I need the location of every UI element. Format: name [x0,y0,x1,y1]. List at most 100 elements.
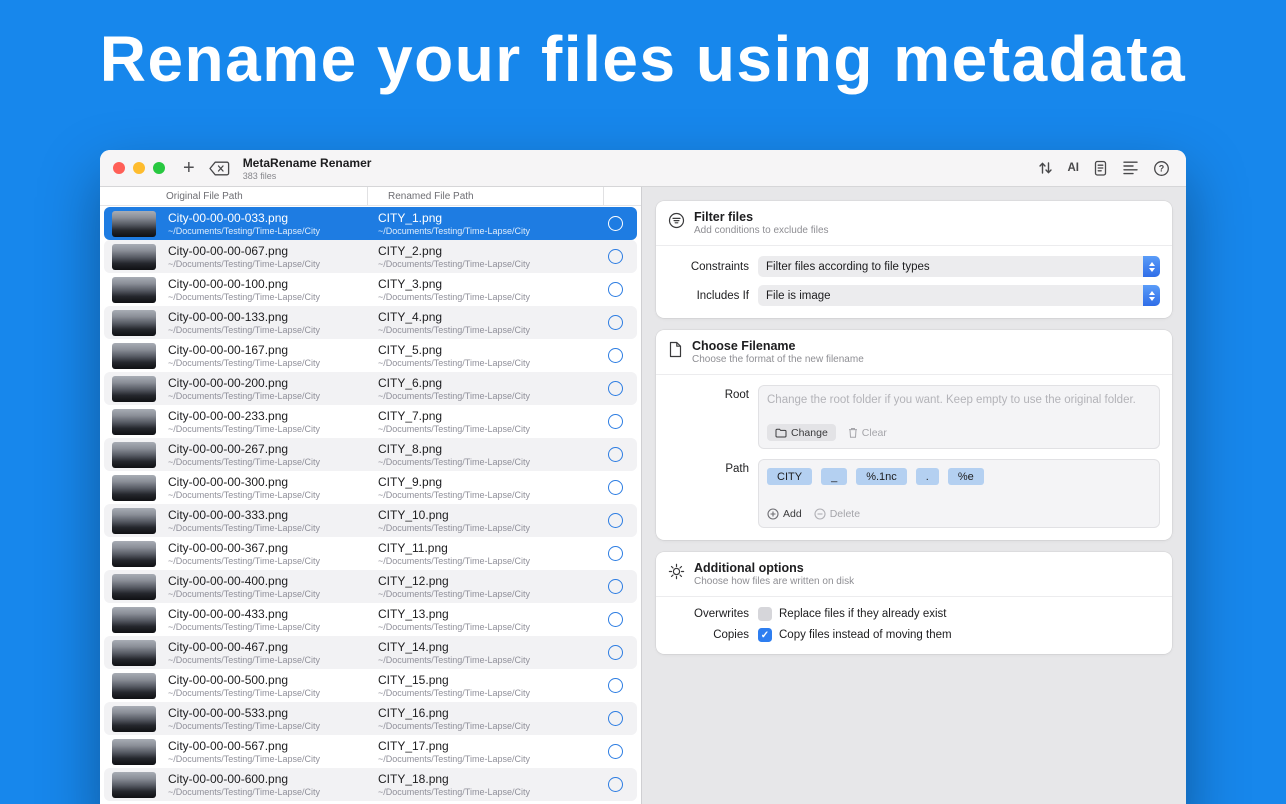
renamed-path: ~/Documents/Testing/Time-Lapse/City [378,292,594,302]
window-title: MetaRename Renamer [243,156,372,170]
table-row[interactable]: City-00-00-00-200.png ~/Documents/Testin… [104,372,637,405]
copies-checkbox[interactable]: ✓ [758,628,772,642]
table-row[interactable]: City-00-00-00-233.png ~/Documents/Testin… [104,405,637,438]
table-row[interactable]: City-00-00-00-533.png ~/Documents/Testin… [104,702,637,735]
includes-if-label: Includes If [668,290,758,302]
column-header-renamed[interactable]: Renamed File Path [368,187,604,205]
hero-title: Rename your files using metadata [0,24,1286,94]
overwrites-label: Overwrites [668,608,758,620]
path-token[interactable]: _ [821,468,847,485]
path-token[interactable]: %.1nc [856,468,907,485]
row-select-radio[interactable] [608,777,623,792]
sort-icon[interactable] [1037,160,1054,176]
row-select-radio[interactable] [608,315,623,330]
text-format-icon[interactable]: AI [1068,162,1080,174]
file-thumbnail [112,706,156,732]
renamed-filename: CITY_4.png [378,310,594,324]
table-row[interactable]: City-00-00-00-133.png ~/Documents/Testin… [104,306,637,339]
overwrites-checkbox[interactable] [758,607,772,621]
table-row[interactable]: City-00-00-00-567.png ~/Documents/Testin… [104,735,637,768]
copies-label: Copies [668,629,758,641]
window-title-block: MetaRename Renamer 383 files [243,156,372,181]
row-select-radio[interactable] [608,447,623,462]
row-select-radio[interactable] [608,678,623,693]
filter-files-card: Filter files Add conditions to exclude f… [656,201,1172,318]
erase-left-icon[interactable] [209,161,230,176]
title-bar: + MetaRename Renamer 383 files AI [100,150,1186,187]
table-row[interactable]: City-00-00-00-333.png ~/Documents/Testin… [104,504,637,537]
delete-token-button[interactable]: Delete [814,508,860,520]
original-path: ~/Documents/Testing/Time-Lapse/City [168,787,358,797]
original-filename: City-00-00-00-433.png [168,607,358,621]
original-path: ~/Documents/Testing/Time-Lapse/City [168,589,358,599]
zoom-button[interactable] [153,162,165,174]
table-row[interactable]: City-00-00-00-467.png ~/Documents/Testin… [104,636,637,669]
row-select-radio[interactable] [608,513,623,528]
list-icon[interactable] [1122,161,1139,175]
thumbnail-column-spacer [100,187,166,205]
file-thumbnail [112,310,156,336]
table-row[interactable]: City-00-00-00-433.png ~/Documents/Testin… [104,603,637,636]
row-select-radio[interactable] [608,579,623,594]
table-row[interactable]: City-00-00-00-267.png ~/Documents/Testin… [104,438,637,471]
root-folder-input[interactable]: Change the root folder if you want. Keep… [767,394,1151,418]
table-row[interactable]: City-00-00-00-033.png ~/Documents/Testin… [104,207,637,240]
table-row[interactable]: City-00-00-00-500.png ~/Documents/Testin… [104,669,637,702]
column-header-original[interactable]: Original File Path [166,187,368,205]
add-files-icon[interactable]: + [183,158,195,178]
original-path: ~/Documents/Testing/Time-Lapse/City [168,721,358,731]
table-row[interactable]: City-00-00-00-067.png ~/Documents/Testin… [104,240,637,273]
includes-if-select[interactable]: File is image [758,285,1160,306]
original-path: ~/Documents/Testing/Time-Lapse/City [168,556,358,566]
renamed-filename: CITY_18.png [378,772,594,786]
file-thumbnail [112,442,156,468]
change-root-button[interactable]: Change [767,424,836,441]
renamed-filename: CITY_6.png [378,376,594,390]
renamed-filename: CITY_1.png [378,211,594,225]
filter-circle-icon [668,212,685,234]
table-row[interactable]: City-00-00-00-400.png ~/Documents/Testin… [104,570,637,603]
plus-circle-icon [767,508,779,520]
renamed-path: ~/Documents/Testing/Time-Lapse/City [378,622,594,632]
row-select-radio[interactable] [608,414,623,429]
path-token[interactable]: CITY [767,468,812,485]
row-select-radio[interactable] [608,546,623,561]
original-filename: City-00-00-00-133.png [168,310,358,324]
row-select-radio[interactable] [608,216,623,231]
add-token-button[interactable]: Add [767,508,802,520]
row-select-radio[interactable] [608,348,623,363]
table-row[interactable]: City-00-00-00-100.png ~/Documents/Testin… [104,273,637,306]
renamed-filename: CITY_3.png [378,277,594,291]
row-select-radio[interactable] [608,381,623,396]
file-thumbnail [112,739,156,765]
renamed-path: ~/Documents/Testing/Time-Lapse/City [378,688,594,698]
close-button[interactable] [113,162,125,174]
table-row[interactable]: City-00-00-00-167.png ~/Documents/Testin… [104,339,637,372]
renamed-path: ~/Documents/Testing/Time-Lapse/City [378,490,594,500]
help-icon[interactable]: ? [1153,160,1170,177]
row-select-radio[interactable] [608,282,623,297]
row-select-radio[interactable] [608,249,623,264]
row-select-radio[interactable] [608,480,623,495]
clear-root-button[interactable]: Clear [848,427,887,439]
table-row[interactable]: City-00-00-00-300.png ~/Documents/Testin… [104,471,637,504]
row-select-radio[interactable] [608,711,623,726]
renamed-path: ~/Documents/Testing/Time-Lapse/City [378,787,594,797]
notes-icon[interactable] [1093,160,1108,177]
path-token[interactable]: %e [948,468,984,485]
original-path: ~/Documents/Testing/Time-Lapse/City [168,391,358,401]
path-token[interactable]: . [916,468,939,485]
original-path: ~/Documents/Testing/Time-Lapse/City [168,226,358,236]
constraints-select[interactable]: Filter files according to file types [758,256,1160,277]
minimize-button[interactable] [133,162,145,174]
row-select-radio[interactable] [608,612,623,627]
options-card-subtitle: Choose how files are written on disk [694,576,854,587]
renamed-path: ~/Documents/Testing/Time-Lapse/City [378,721,594,731]
table-row[interactable]: City-00-00-00-600.png ~/Documents/Testin… [104,768,637,801]
row-select-radio[interactable] [608,645,623,660]
path-tokens: CITY _ %.1nc. %e [767,468,1151,488]
original-path: ~/Documents/Testing/Time-Lapse/City [168,754,358,764]
row-select-radio[interactable] [608,744,623,759]
filter-card-title: Filter files [694,210,829,224]
table-row[interactable]: City-00-00-00-367.png ~/Documents/Testin… [104,537,637,570]
